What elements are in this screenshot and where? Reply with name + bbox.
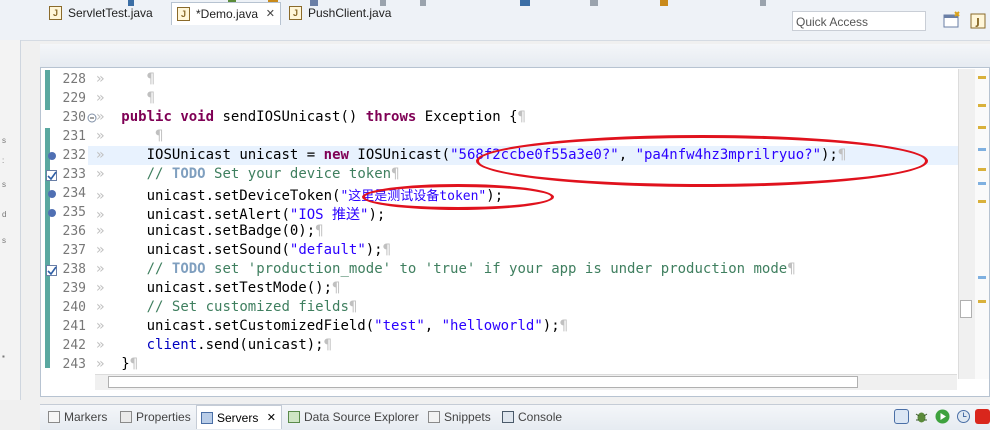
run-icon[interactable]	[935, 409, 950, 424]
tab-properties[interactable]: Properties	[116, 405, 194, 429]
profile-icon[interactable]	[956, 409, 971, 424]
tab-label: Snippets	[444, 410, 491, 424]
code-line[interactable]: » public void sendIOSUnicast() throws Ex…	[96, 109, 526, 125]
snippets-icon	[428, 411, 440, 423]
overview-marker[interactable]	[978, 76, 986, 79]
line-number: 228	[62, 72, 86, 87]
left-panel-edge: s : s d s ▪	[0, 40, 21, 400]
tab-label: Properties	[136, 410, 191, 424]
line-number: 241	[62, 319, 86, 334]
code-line[interactable]: » client.send(unicast);¶	[96, 337, 332, 353]
stop-icon[interactable]	[975, 409, 990, 424]
code-line[interactable]: » unicast.setAlert("IOS 推送");	[96, 204, 385, 224]
toolbar-icon-fragment[interactable]	[520, 0, 530, 6]
annotation-ellipse-set-device-token	[362, 184, 554, 210]
tab-label: Data Source Explorer	[304, 410, 419, 424]
code-line[interactable]: » ¶	[96, 90, 155, 106]
line-number: 243	[62, 357, 86, 372]
svg-text:J: J	[975, 17, 980, 28]
code-line[interactable]: » unicast.setBadge(0);¶	[96, 223, 324, 239]
tab-label: Markers	[64, 410, 108, 424]
vertical-scroll-thumb[interactable]	[960, 300, 972, 318]
tab-snippets[interactable]: Snippets	[424, 405, 494, 429]
overview-marker[interactable]	[978, 276, 986, 279]
tab-markers[interactable]: Markers	[44, 405, 114, 429]
overview-marker[interactable]	[978, 126, 986, 129]
java-file-icon: J	[177, 7, 190, 21]
tab-label: ServletTest.java	[68, 6, 153, 20]
overview-ruler[interactable]	[975, 69, 989, 379]
tab-console[interactable]: Console	[498, 405, 570, 429]
markers-icon	[48, 411, 60, 423]
java-perspective-icon[interactable]: J	[968, 11, 988, 31]
debug-icon[interactable]	[914, 409, 929, 424]
line-number: 237	[62, 243, 86, 258]
toolbar-icon-fragment[interactable]	[760, 0, 766, 6]
code-line[interactable]: » // TODO set 'production_mode' to 'true…	[96, 261, 796, 277]
occurrence-marker-icon	[48, 209, 56, 217]
servers-icon	[201, 412, 213, 424]
code-line[interactable]: » // TODO Set your device token¶	[96, 166, 400, 182]
tab-servers[interactable]: Servers ✕	[196, 405, 282, 429]
close-icon[interactable]: ✕	[266, 3, 275, 25]
occurrence-marker-icon	[48, 190, 56, 198]
line-number: 236	[62, 224, 86, 239]
data-source-icon	[288, 411, 300, 423]
code-line[interactable]: » // Set customized fields¶	[96, 299, 357, 315]
tab-servlettest[interactable]: J ServletTest.java	[44, 2, 170, 24]
perspective-icon[interactable]	[942, 11, 962, 31]
code-line[interactable]: » unicast.setCustomizedField("test", "he…	[96, 318, 568, 334]
code-line[interactable]: » ¶	[96, 71, 155, 87]
overview-marker[interactable]	[978, 168, 986, 171]
toolbar-icon-fragment[interactable]	[420, 0, 426, 6]
quick-access-input[interactable]: Quick Access	[792, 11, 926, 31]
toolbar-icon-fragment[interactable]	[590, 0, 598, 6]
toolbar-icon-fragment[interactable]	[660, 0, 668, 6]
overview-marker[interactable]	[978, 300, 986, 303]
line-number: 230	[62, 110, 86, 125]
tab-data-source-explorer[interactable]: Data Source Explorer	[284, 405, 422, 429]
tab-label: Servers	[217, 411, 259, 425]
close-icon[interactable]: ✕	[267, 406, 276, 430]
horizontal-scroll-thumb[interactable]	[108, 376, 858, 388]
console-icon	[502, 411, 514, 423]
code-line[interactable]: » unicast.setSound("default");¶	[96, 242, 391, 258]
annotation-ellipse-device-token-args	[476, 135, 928, 187]
new-server-icon[interactable]	[894, 409, 909, 424]
overview-marker[interactable]	[978, 148, 986, 151]
occurrence-marker-icon	[48, 152, 56, 160]
line-number: 231	[62, 129, 86, 144]
task-marker-icon[interactable]	[46, 265, 57, 276]
code-line[interactable]: » unicast.setTestMode();¶	[96, 280, 340, 296]
properties-icon	[120, 411, 132, 423]
line-number: 242	[62, 338, 86, 353]
overview-marker[interactable]	[978, 104, 986, 107]
vertical-scrollbar[interactable]	[958, 69, 975, 379]
overview-marker[interactable]	[978, 200, 986, 203]
tab-label: PushClient.java	[308, 6, 392, 20]
java-file-icon: J	[49, 6, 62, 20]
tab-pushclient[interactable]: J PushClient.java	[284, 2, 404, 24]
code-line[interactable]: » ¶	[96, 128, 163, 144]
editor-tab-bar	[40, 44, 990, 68]
line-number: 239	[62, 281, 86, 296]
task-marker-icon[interactable]	[46, 170, 57, 181]
code-line[interactable]: » }¶	[96, 356, 138, 372]
overview-marker[interactable]	[978, 182, 986, 185]
tab-label: Console	[518, 410, 563, 424]
line-number: 229	[62, 91, 86, 106]
tab-demo[interactable]: J *Demo.java ✕	[171, 2, 281, 25]
line-number: 240	[62, 300, 86, 315]
tab-label: *Demo.java	[196, 7, 259, 21]
java-file-icon: J	[289, 6, 302, 20]
